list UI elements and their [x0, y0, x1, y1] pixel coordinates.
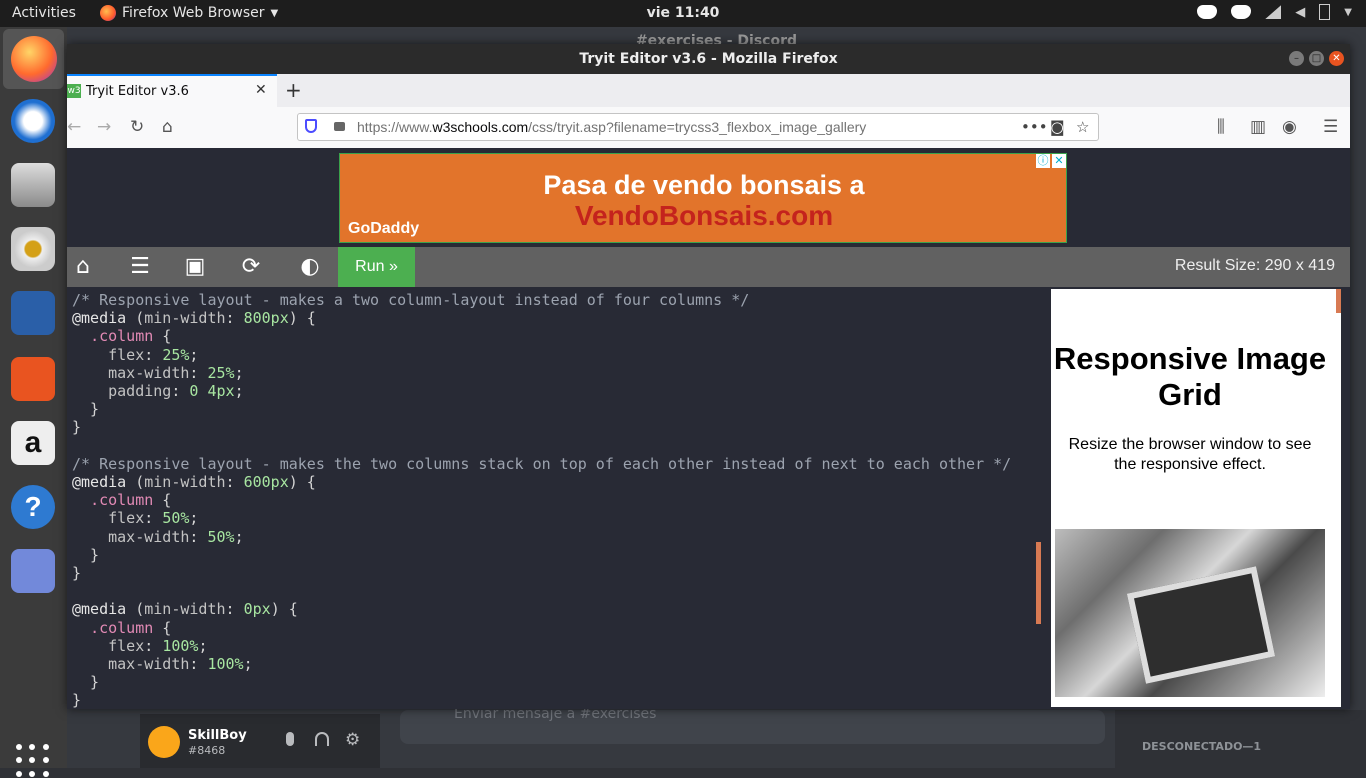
ad-controls[interactable]: ⓘ ✕: [1036, 154, 1066, 168]
maximize-button[interactable]: □: [1309, 51, 1324, 66]
firefox-window: Tryit Editor v3.6 - Mozilla Firefox – □ …: [67, 44, 1350, 709]
new-tab-button[interactable]: +: [285, 78, 302, 102]
theme-contrast-icon[interactable]: ◐: [296, 253, 324, 281]
navigation-toolbar: ← → ↻ ⌂ https://www.w3schools.com/css/tr…: [67, 107, 1350, 149]
tab-bar: w3 Tryit Editor v3.6 ✕ +: [67, 74, 1350, 107]
lock-icon[interactable]: [334, 122, 345, 131]
menu-icon[interactable]: ☰: [1323, 117, 1338, 137]
forward-icon[interactable]: →: [97, 117, 111, 137]
dock: a ?: [0, 27, 67, 777]
back-icon[interactable]: ←: [67, 117, 81, 137]
discord-tray-icon[interactable]: [1197, 5, 1218, 19]
microphone-icon[interactable]: [286, 732, 294, 746]
firefox-icon: [11, 36, 57, 82]
w3schools-favicon-icon: w3: [67, 84, 81, 98]
tryit-toolbar: ⌂ ☰ ▣ ⟳ ◐ Run » Result Size: 290 x 419: [67, 247, 1350, 287]
minimize-button[interactable]: –: [1289, 51, 1304, 66]
result-heading: Responsive Image Grid: [1053, 341, 1327, 412]
gear-icon[interactable]: ⚙: [345, 730, 360, 750]
members-header: DESCONECTADO—1: [1142, 740, 1262, 753]
software-center-icon[interactable]: [11, 357, 55, 401]
wifi-icon[interactable]: [1265, 5, 1282, 19]
tracking-protection-icon[interactable]: [305, 119, 317, 133]
window-title: Tryit Editor v3.6 - Mozilla Firefox: [67, 44, 1350, 74]
system-top-bar: Activities Firefox Web Browser ▼ vie 11:…: [0, 0, 1366, 27]
headphones-icon[interactable]: [315, 732, 329, 746]
result-size-label: Result Size: 290 x 419: [1174, 257, 1335, 274]
system-tray[interactable]: ◀ ▼: [1197, 4, 1352, 20]
run-button[interactable]: Run »: [338, 247, 415, 287]
ad-close-icon[interactable]: ✕: [1052, 154, 1066, 168]
ad-banner[interactable]: Pasa de vendo bonsais a VendoBonsais.com…: [339, 153, 1067, 243]
page-actions-icon[interactable]: •••: [1021, 118, 1048, 136]
result-description: Resize the browser window to see the res…: [1068, 436, 1312, 473]
home-icon[interactable]: ⌂: [162, 117, 173, 137]
reload-icon[interactable]: ↻: [130, 117, 144, 137]
save-icon[interactable]: ▣: [181, 253, 209, 281]
tab-tryit-editor[interactable]: w3 Tryit Editor v3.6 ✕: [67, 74, 277, 107]
volume-icon[interactable]: ◀: [1295, 5, 1305, 20]
discord-tray-icon-2[interactable]: [1231, 5, 1252, 19]
result-pane: Responsive Image Grid Resize the browser…: [1041, 287, 1350, 709]
result-scrollbar[interactable]: [1336, 289, 1341, 313]
show-apps-grid-icon[interactable]: [16, 744, 50, 778]
rotate-layout-icon[interactable]: ⟳: [237, 253, 265, 281]
pocket-icon[interactable]: ◙: [1050, 118, 1065, 136]
avatar[interactable]: [148, 726, 180, 758]
dock-firefox[interactable]: [3, 29, 64, 89]
close-button[interactable]: ✕: [1329, 51, 1344, 66]
discord-message-input[interactable]: Enviar mensaje a #exercises: [400, 706, 1105, 744]
discord-icon[interactable]: [11, 549, 55, 593]
gallery-image: [1055, 529, 1325, 697]
account-icon[interactable]: ◉: [1282, 117, 1297, 137]
code-editor[interactable]: /* Responsive layout - makes a two colum…: [67, 287, 1041, 709]
ad-domain: VendoBonsais.com: [574, 200, 834, 231]
discord-user-tag: #8468: [188, 744, 226, 757]
discord-username: SkillBoy: [188, 728, 247, 743]
code-text[interactable]: /* Responsive layout - makes a two colum…: [72, 291, 1011, 709]
home-icon[interactable]: ⌂: [69, 253, 97, 281]
rhythmbox-icon[interactable]: [11, 227, 55, 271]
writer-icon[interactable]: [11, 291, 55, 335]
menu-icon[interactable]: ☰: [126, 253, 154, 281]
bookmark-star-icon[interactable]: ☆: [1076, 118, 1089, 136]
page-content: Pasa de vendo bonsais a VendoBonsais.com…: [67, 148, 1350, 709]
clock[interactable]: vie 11:40: [0, 5, 1366, 21]
url-text[interactable]: https://www.w3schools.com/css/tryit.asp?…: [357, 119, 866, 135]
tab-title: Tryit Editor v3.6: [86, 84, 189, 99]
library-icon[interactable]: ⫼: [1217, 117, 1225, 137]
result-frame[interactable]: Responsive Image Grid Resize the browser…: [1051, 289, 1341, 707]
ad-headline: Pasa de vendo bonsais a: [543, 170, 865, 200]
amazon-icon[interactable]: a: [11, 421, 55, 465]
battery-icon[interactable]: [1319, 4, 1331, 20]
files-icon[interactable]: [11, 163, 55, 207]
discord-member-list: DESCONECTADO—1: [1115, 710, 1366, 768]
sidebar-icon[interactable]: ▥: [1250, 117, 1266, 137]
url-bar[interactable]: https://www.w3schools.com/css/tryit.asp?…: [297, 113, 1099, 141]
system-menu-chevron-icon[interactable]: ▼: [1344, 7, 1352, 18]
discord-user-panel: SkillBoy #8468 ⚙: [140, 714, 380, 768]
close-tab-icon[interactable]: ✕: [255, 82, 267, 98]
help-icon[interactable]: ?: [11, 485, 55, 529]
ad-info-icon[interactable]: ⓘ: [1036, 154, 1050, 168]
thunderbird-icon[interactable]: [11, 99, 55, 143]
ad-brand-logo: GoDaddy: [348, 220, 420, 237]
